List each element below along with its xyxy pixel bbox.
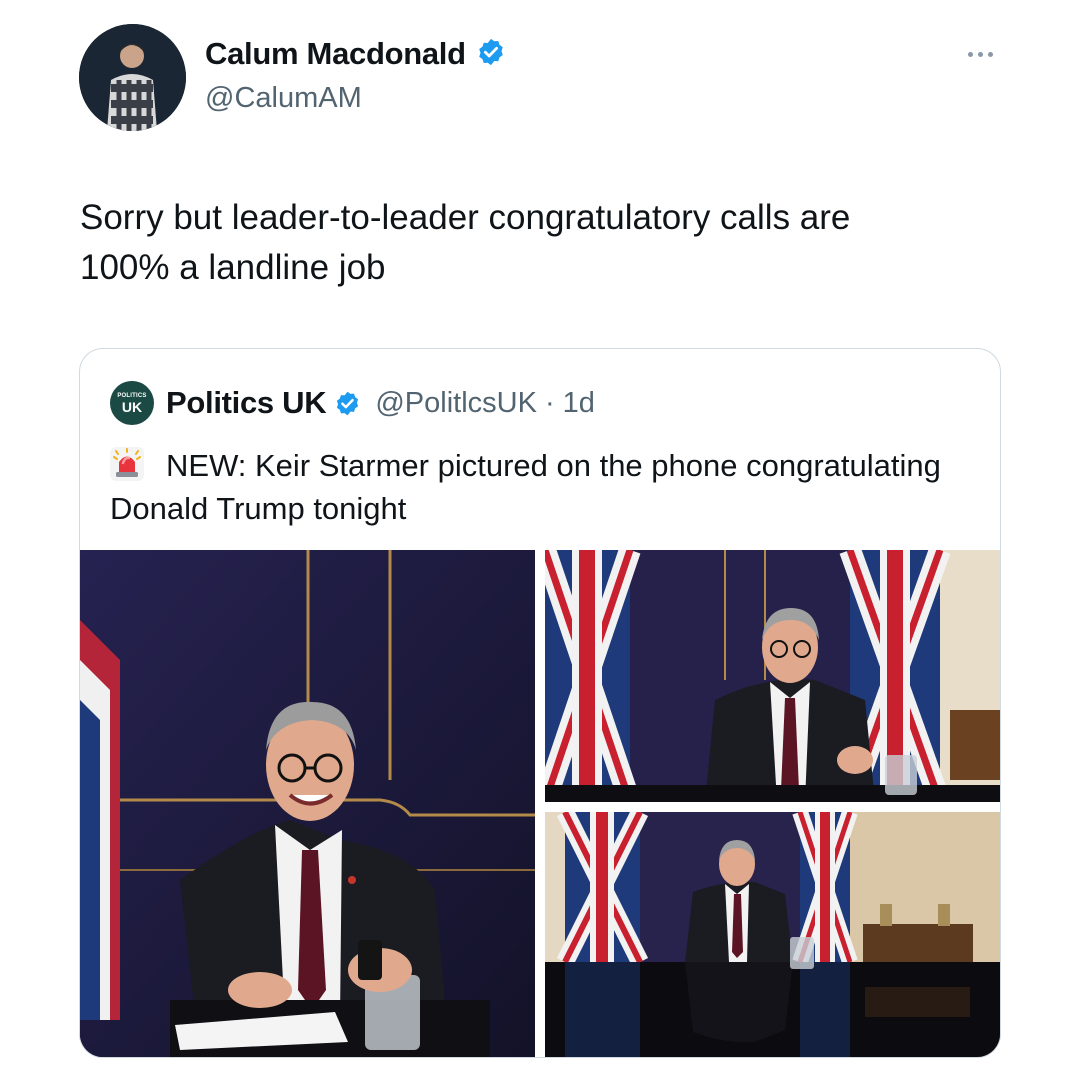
- quoted-author-avatar[interactable]: POLITICS UK: [110, 381, 154, 425]
- quoted-author-handle[interactable]: @PolitlcsUK: [375, 387, 537, 420]
- separator-dot: ·: [544, 386, 555, 419]
- verified-badge-icon: [476, 37, 506, 72]
- author-display-name[interactable]: Calum Macdonald: [205, 36, 466, 72]
- police-siren-icon: [110, 447, 144, 481]
- quoted-tweet-header: POLITICS UK Politics UK @PolitlcsUK · 1d: [110, 381, 595, 425]
- quoted-timestamp[interactable]: 1d: [563, 387, 595, 420]
- photo-starmer-flags[interactable]: [545, 550, 1000, 802]
- verified-badge-icon: [334, 390, 361, 417]
- quoted-author-name[interactable]: Politics UK: [166, 385, 327, 421]
- quoted-tweet-text: NEW: Keir Starmer pictured on the phone …: [110, 448, 941, 526]
- author-name-row: Calum Macdonald: [205, 36, 506, 72]
- quoted-tweet-card[interactable]: POLITICS UK Politics UK @PolitlcsUK · 1d…: [79, 348, 1001, 1058]
- author-avatar[interactable]: [79, 24, 186, 131]
- quoted-tweet-text-block: NEW: Keir Starmer pictured on the phone …: [110, 444, 970, 530]
- photo-starmer-smiling[interactable]: [80, 550, 535, 1057]
- tweet-text: Sorry but leader-to-leader congratulator…: [80, 198, 851, 287]
- more-horizontal-icon[interactable]: [960, 44, 1000, 64]
- author-handle[interactable]: @CalumAM: [205, 82, 362, 115]
- photo-starmer-wide-table[interactable]: [545, 812, 1000, 1057]
